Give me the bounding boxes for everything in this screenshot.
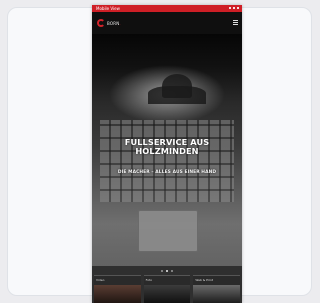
window-controls — [229, 6, 239, 9]
service-tile[interactable]: Video — [94, 275, 141, 303]
hero-banner: FULLSERVICE AUS HOLZMINDEN DIE MACHER – … — [92, 34, 242, 266]
tile-label: Foto — [145, 278, 153, 282]
site-logo[interactable]: BORN. — [97, 18, 121, 28]
hero-keyboard-image — [100, 120, 234, 202]
hero-title: FULLSERVICE AUS HOLZMINDEN — [124, 137, 210, 156]
service-tiles: Video Foto Web & Print — [94, 275, 241, 303]
status-bar-title: Mobile View — [96, 6, 120, 11]
slider-dot[interactable] — [171, 270, 173, 272]
hero-subtitle: DIE MACHER – ALLES AUS EINER HAND — [117, 170, 217, 175]
slider-pagination — [92, 267, 242, 275]
mobile-screenshot: Mobile View BORN. FULLSERVICE AUS HOLZMI… — [92, 5, 242, 303]
tile-label: Web & Print — [195, 278, 214, 282]
tile-image — [94, 285, 141, 303]
slider-dot-active[interactable] — [166, 270, 168, 272]
service-tile[interactable]: Foto — [143, 275, 191, 303]
service-tile[interactable]: Web & Print — [193, 275, 241, 303]
hero-background-shape — [162, 74, 192, 98]
mobile-status-bar: Mobile View — [92, 5, 242, 12]
logo-text: BORN. — [107, 20, 121, 26]
logo-mark-icon — [97, 19, 105, 27]
site-navbar: BORN. — [92, 12, 242, 34]
hero-trackpad-image — [138, 210, 198, 252]
tile-image — [193, 285, 241, 303]
tile-label: Video — [96, 278, 105, 282]
tile-image — [143, 285, 191, 303]
hamburger-menu-icon[interactable] — [233, 20, 238, 26]
slider-dot[interactable] — [161, 270, 163, 272]
